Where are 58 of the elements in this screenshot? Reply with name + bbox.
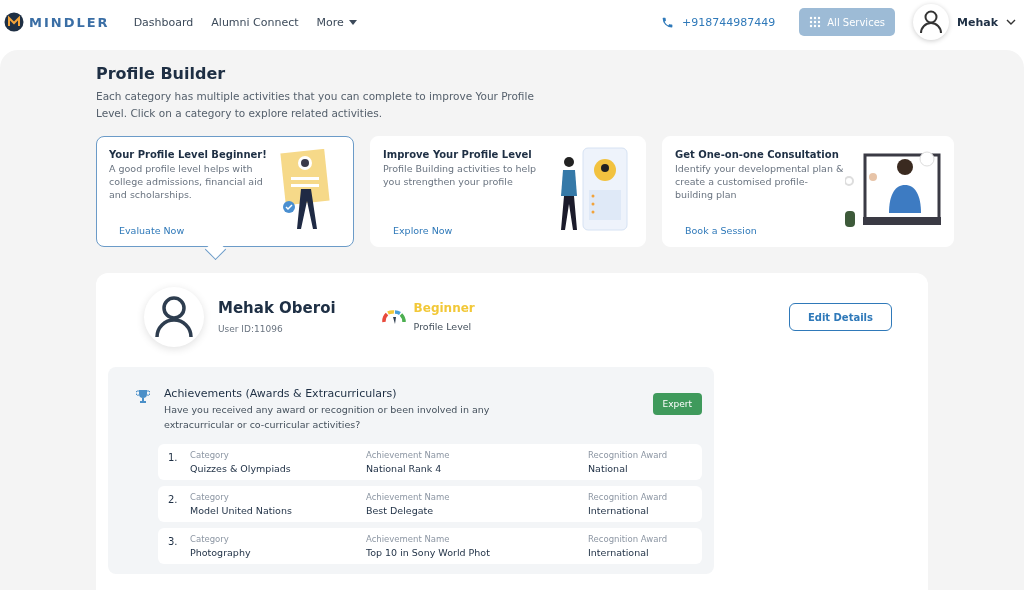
category-card[interactable]: Get One-on-one Consultation Identify your developmental plan & create a customised profile-building plan Book a Session [662,136,954,247]
card-text: Profile Building activities to help you strengthen your profile [383,162,538,188]
field-value: Photography [190,547,252,558]
row-number: 3. [168,535,179,549]
field-label: Achievement Name [366,450,451,460]
avatar[interactable] [913,4,949,40]
grid-icon [809,16,822,28]
profile-name: Mehak Oberoi [218,298,336,317]
category-card[interactable]: Improve Your Profile Level Profile Building activities to help you strengthen your profile Explore Now [370,136,646,247]
card-text: A good profile level helps with college admissions, financial aid and scholarships. [109,162,264,201]
brand-name: MINDLER [29,14,110,30]
user-id: User ID:11096 [218,323,283,334]
field-label: Category [190,450,230,460]
card-link[interactable]: Book a Session [685,225,757,236]
chevron-down-icon[interactable] [1006,19,1016,25]
field-value: National [588,463,629,474]
category-card[interactable]: Your Profile Level Beginner! A good profile level helps with college admissions, financial aid and scholarships. Evaluate Now [96,136,354,247]
section-question: Have you received any award or recognition or been involved in any extracurricular or co-curricular activities? [164,403,491,432]
page-description: Each category has multiple activities that you can complete to improve Your Profile Level. Click on a category to explore related activities. [96,89,535,121]
field-value: Quizzes & Olympiads [190,463,292,474]
phone-link[interactable]: +918744987449 [661,15,776,29]
field-label: Recognition Award [588,450,669,460]
field-value: Best Delegate [366,505,435,516]
gauge-icon [381,309,406,325]
card-title: Your Profile Level Beginner! [109,149,268,160]
nav-link[interactable]: Alumni Connect [211,15,299,29]
edit-details-button[interactable]: Edit Details [788,303,892,331]
nav-link[interactable]: Dashboard [133,15,194,29]
field-label: Recognition Award [588,534,669,544]
user-name[interactable]: Mehak [957,15,998,29]
level-badge: Expert [652,393,702,415]
logo-icon [4,12,24,32]
row-number: 2. [168,493,179,507]
card-title: Get One-on-one Consultation [675,149,840,160]
user-icon [155,296,193,338]
page-title: Profile Builder [96,64,227,83]
field-value: International [588,547,650,558]
level-name: Beginner [413,300,475,315]
card-link[interactable]: Evaluate Now [119,225,185,236]
section-title: Achievements (Awards & Extracurriculars) [164,387,398,400]
row-number: 1. [168,451,179,465]
card-link[interactable]: Explore Now [393,225,453,236]
field-label: Achievement Name [366,492,451,502]
user-icon [920,10,942,34]
card-text: Identify your developmental plan & create a customised profile-building plan [675,162,845,201]
field-label: Achievement Name [366,534,451,544]
field-label: Category [190,534,230,544]
field-value: Top 10 in Sony World Phot [366,547,491,558]
card-title: Improve Your Profile Level [383,149,533,160]
trophy-icon [136,389,150,403]
phone-icon [661,15,675,29]
field-value: International [588,505,650,516]
level-caption: Profile Level [413,320,472,332]
field-label: Recognition Award [588,492,669,502]
field-value: Model United Nations [190,505,293,516]
field-value: National Rank 4 [366,463,443,474]
field-label: Category [190,492,230,502]
nav-link[interactable]: More [316,15,357,29]
